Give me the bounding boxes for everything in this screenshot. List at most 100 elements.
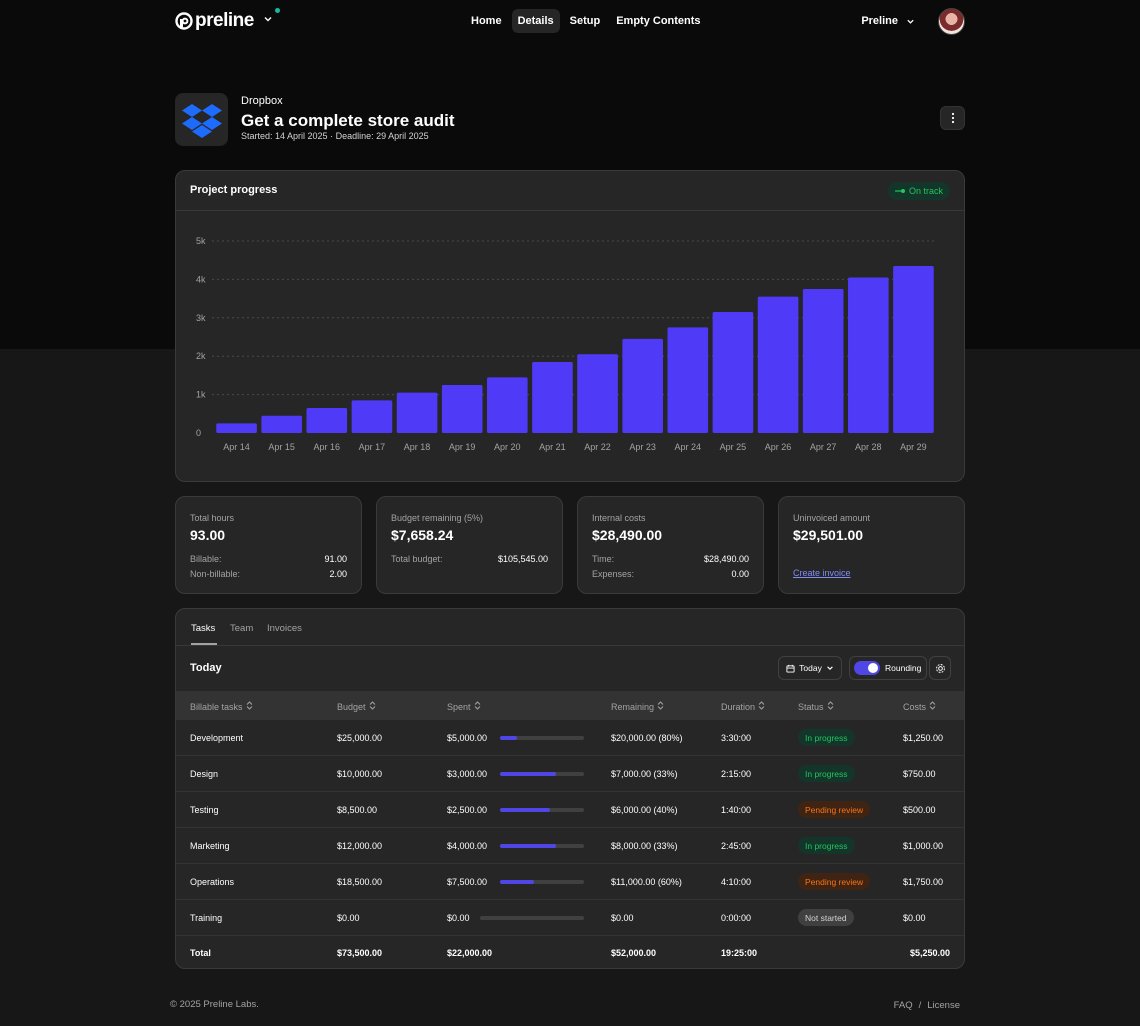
column-header[interactable]: Duration	[721, 701, 765, 712]
spent-progress-bar	[480, 916, 584, 920]
chart-bar[interactable]	[757, 296, 799, 433]
spent-progress-bar	[500, 880, 584, 884]
stat-label: Total hours	[190, 513, 235, 523]
top-header: preline Home Details Setup Empty Content…	[175, 6, 965, 36]
sort-icon	[369, 701, 376, 712]
footer-links: FAQ / License	[894, 1000, 960, 1011]
card-header: Project progress On track	[176, 171, 964, 211]
tab-tasks[interactable]: Tasks	[191, 623, 215, 634]
nav-setup[interactable]: Setup	[564, 9, 607, 33]
spent-progress-fill	[500, 772, 557, 776]
chart-bar[interactable]	[396, 392, 438, 433]
task-name: Training	[190, 913, 223, 923]
column-header[interactable]: Status	[798, 701, 834, 712]
create-invoice-link[interactable]: Create invoice	[793, 568, 851, 578]
task-spent: $7,500.00	[447, 877, 488, 887]
start-date: Started: 14 April 2025	[241, 131, 328, 141]
footer-link-license[interactable]: License	[927, 1000, 960, 1011]
footer-link-faq[interactable]: FAQ	[894, 1000, 913, 1011]
rounding-toggle[interactable]: Rounding	[849, 656, 927, 680]
tab-team[interactable]: Team	[230, 623, 253, 634]
task-costs: $750.00	[903, 769, 936, 779]
table-row[interactable]: Development $25,000.00 $5,000.00 $20,000.00…	[176, 720, 964, 756]
main-nav: Home Details Setup Empty Contents	[465, 9, 707, 33]
stat-row-value: $105,545.00	[497, 554, 548, 564]
chart-bar[interactable]	[622, 338, 663, 433]
spent-progress-fill	[500, 808, 551, 812]
account-menu[interactable]: Preline	[861, 15, 915, 27]
status-badge: Pending review	[798, 801, 871, 818]
date-filter-dropdown[interactable]: Today	[778, 656, 842, 680]
calendar-icon	[786, 664, 795, 673]
chart-bar[interactable]	[802, 289, 844, 433]
chart-bar[interactable]	[893, 265, 934, 433]
column-header[interactable]: Budget	[337, 701, 376, 712]
x-tick-label: Apr 22	[584, 442, 611, 452]
spent-progress-bar	[500, 808, 584, 812]
nav-details[interactable]: Details	[511, 9, 560, 33]
nav-home[interactable]: Home	[465, 9, 508, 33]
x-tick-label: Apr 27	[810, 442, 837, 452]
total-label: Total	[190, 948, 211, 958]
sort-icon	[758, 701, 765, 712]
stat-label: Budget remaining (5%)	[391, 513, 484, 523]
y-tick-label: 4k	[196, 274, 206, 284]
column-header-label: Duration	[721, 701, 756, 712]
task-remaining: $6,000.00 (40%)	[611, 805, 678, 815]
chart-bar[interactable]	[216, 423, 257, 433]
preline-logo-icon	[175, 12, 193, 30]
task-remaining: $8,000.00 (33%)	[611, 841, 678, 851]
column-header[interactable]: Costs	[903, 701, 936, 712]
chart-bar[interactable]	[487, 377, 528, 433]
chart-bar[interactable]	[577, 354, 618, 433]
task-name: Design	[190, 769, 219, 779]
chart-bar[interactable]	[532, 361, 573, 433]
chart-bar[interactable]	[848, 277, 889, 433]
table-row[interactable]: Operations $18,500.00 $7,500.00 $11,000.00 …	[176, 864, 964, 900]
brand-logo[interactable]: preline	[175, 10, 254, 32]
chart-bar[interactable]	[712, 312, 754, 433]
tasks-card: Tasks Team Invoices Today Today Rounding…	[175, 608, 965, 969]
status-badge: In progress	[798, 837, 855, 854]
table-row[interactable]: Testing $8,500.00 $2,500.00 $6,000.00 (40%)…	[176, 792, 964, 828]
stat-row: Expenses: 0.00	[592, 569, 749, 579]
nav-empty-contents[interactable]: Empty Contents	[610, 9, 706, 33]
table-row[interactable]: Design $10,000.00 $3,000.00 $7,000.00 (33%)…	[176, 756, 964, 792]
chevron-down-icon[interactable]	[263, 14, 273, 24]
stat-row-key: Expenses:	[592, 569, 635, 579]
spent-progress-fill	[500, 736, 517, 740]
avatar[interactable]	[938, 8, 965, 35]
footer-separator: /	[918, 1000, 922, 1011]
task-budget: $25,000.00	[337, 733, 383, 743]
chart-bar[interactable]	[351, 400, 393, 433]
status-badge: In progress	[798, 729, 855, 746]
date-filter-label: Today	[799, 663, 822, 673]
table-row[interactable]: Marketing $12,000.00 $4,000.00 $8,000.00 (3…	[176, 828, 964, 864]
x-tick-label: Apr 19	[449, 442, 476, 452]
rounding-label: Rounding	[885, 663, 922, 673]
chart-bar[interactable]	[667, 327, 709, 433]
task-duration: 1:40:00	[721, 805, 752, 815]
column-header[interactable]: Remaining	[611, 701, 664, 712]
more-options-button[interactable]	[940, 106, 965, 130]
column-header-label: Costs	[903, 701, 927, 712]
task-duration: 4:10:00	[721, 877, 752, 887]
x-tick-label: Apr 18	[404, 442, 431, 452]
settings-button[interactable]	[929, 656, 951, 680]
stat-label: Uninvoiced amount	[793, 513, 871, 523]
column-header[interactable]: Billable tasks	[190, 701, 253, 712]
table-row[interactable]: Training $0.00 $0.00 $0.00 0:00:00 Not starte…	[176, 900, 964, 936]
spent-progress-bar	[500, 844, 584, 848]
stat-value: $7,658.24	[391, 527, 454, 543]
chart-bar[interactable]	[441, 385, 483, 433]
column-header[interactable]: Spent	[447, 701, 481, 712]
task-remaining: $7,000.00 (33%)	[611, 769, 678, 779]
x-tick-label: Apr 14	[223, 442, 250, 452]
chart-bar[interactable]	[306, 408, 348, 433]
x-tick-label: Apr 29	[900, 442, 927, 452]
spent-progress-bar	[500, 772, 584, 776]
chart-bar[interactable]	[261, 415, 302, 433]
toggle-switch[interactable]	[854, 661, 880, 675]
tab-invoices[interactable]: Invoices	[267, 623, 302, 634]
spent-progress-fill	[500, 880, 534, 884]
